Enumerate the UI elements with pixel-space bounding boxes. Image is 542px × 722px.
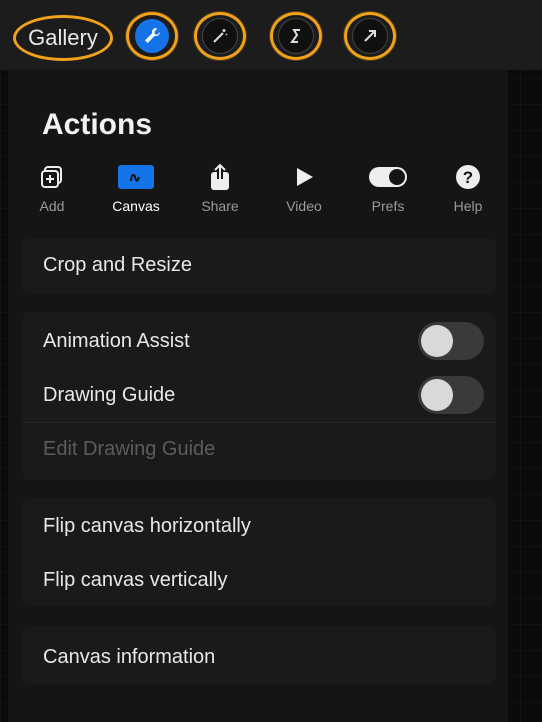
drawing-guide-toggle[interactable] — [418, 376, 484, 414]
tab-share-label: Share — [201, 198, 239, 214]
divider — [22, 422, 496, 423]
tab-prefs[interactable]: Prefs — [358, 160, 418, 214]
crop-and-resize-item[interactable]: Crop and Resize — [43, 254, 192, 277]
animation-assist-toggle[interactable] — [418, 322, 484, 360]
selection-button[interactable] — [270, 12, 322, 60]
transform-arrow-icon — [352, 18, 388, 54]
animation-assist-item[interactable]: Animation Assist — [43, 330, 190, 353]
help-icon: ? — [438, 160, 498, 194]
canvas-icon — [106, 160, 166, 194]
tab-video-label: Video — [286, 198, 322, 214]
canvas-information-item[interactable]: Canvas information — [43, 646, 215, 669]
tab-add-label: Add — [39, 198, 65, 214]
tab-canvas-label: Canvas — [112, 198, 160, 214]
tab-canvas[interactable]: Canvas — [106, 160, 166, 214]
flip-vertical-item[interactable]: Flip canvas vertically — [43, 569, 228, 592]
panel-title: Actions — [42, 108, 153, 141]
tab-share[interactable]: Share — [190, 160, 250, 214]
actions-wrench-button[interactable] — [126, 12, 178, 60]
video-play-icon — [274, 160, 334, 194]
tab-help-label: Help — [453, 198, 483, 214]
prefs-toggle-icon — [358, 160, 418, 194]
tab-add[interactable]: Add — [22, 160, 82, 214]
tab-help[interactable]: ? Help — [438, 160, 498, 214]
wrench-icon — [135, 19, 169, 53]
adjustments-button[interactable] — [194, 12, 246, 60]
selection-s-icon — [278, 18, 314, 54]
edit-drawing-guide-item: Edit Drawing Guide — [43, 438, 216, 460]
toggle-knob — [421, 379, 453, 411]
add-icon — [22, 160, 82, 194]
gallery-button[interactable]: Gallery — [13, 15, 113, 61]
actions-tab-bar: Add Canvas Share Video Prefs ? Help — [20, 160, 500, 222]
drawing-guide-item[interactable]: Drawing Guide — [43, 384, 175, 407]
tab-prefs-label: Prefs — [371, 198, 405, 214]
toggle-knob — [421, 325, 453, 357]
magic-wand-icon — [202, 18, 238, 54]
flip-horizontal-item[interactable]: Flip canvas horizontally — [43, 515, 251, 538]
tab-video[interactable]: Video — [274, 160, 334, 214]
transform-button[interactable] — [344, 12, 396, 60]
share-icon — [190, 160, 250, 194]
gallery-label: Gallery — [28, 25, 98, 50]
svg-text:?: ? — [463, 168, 473, 187]
